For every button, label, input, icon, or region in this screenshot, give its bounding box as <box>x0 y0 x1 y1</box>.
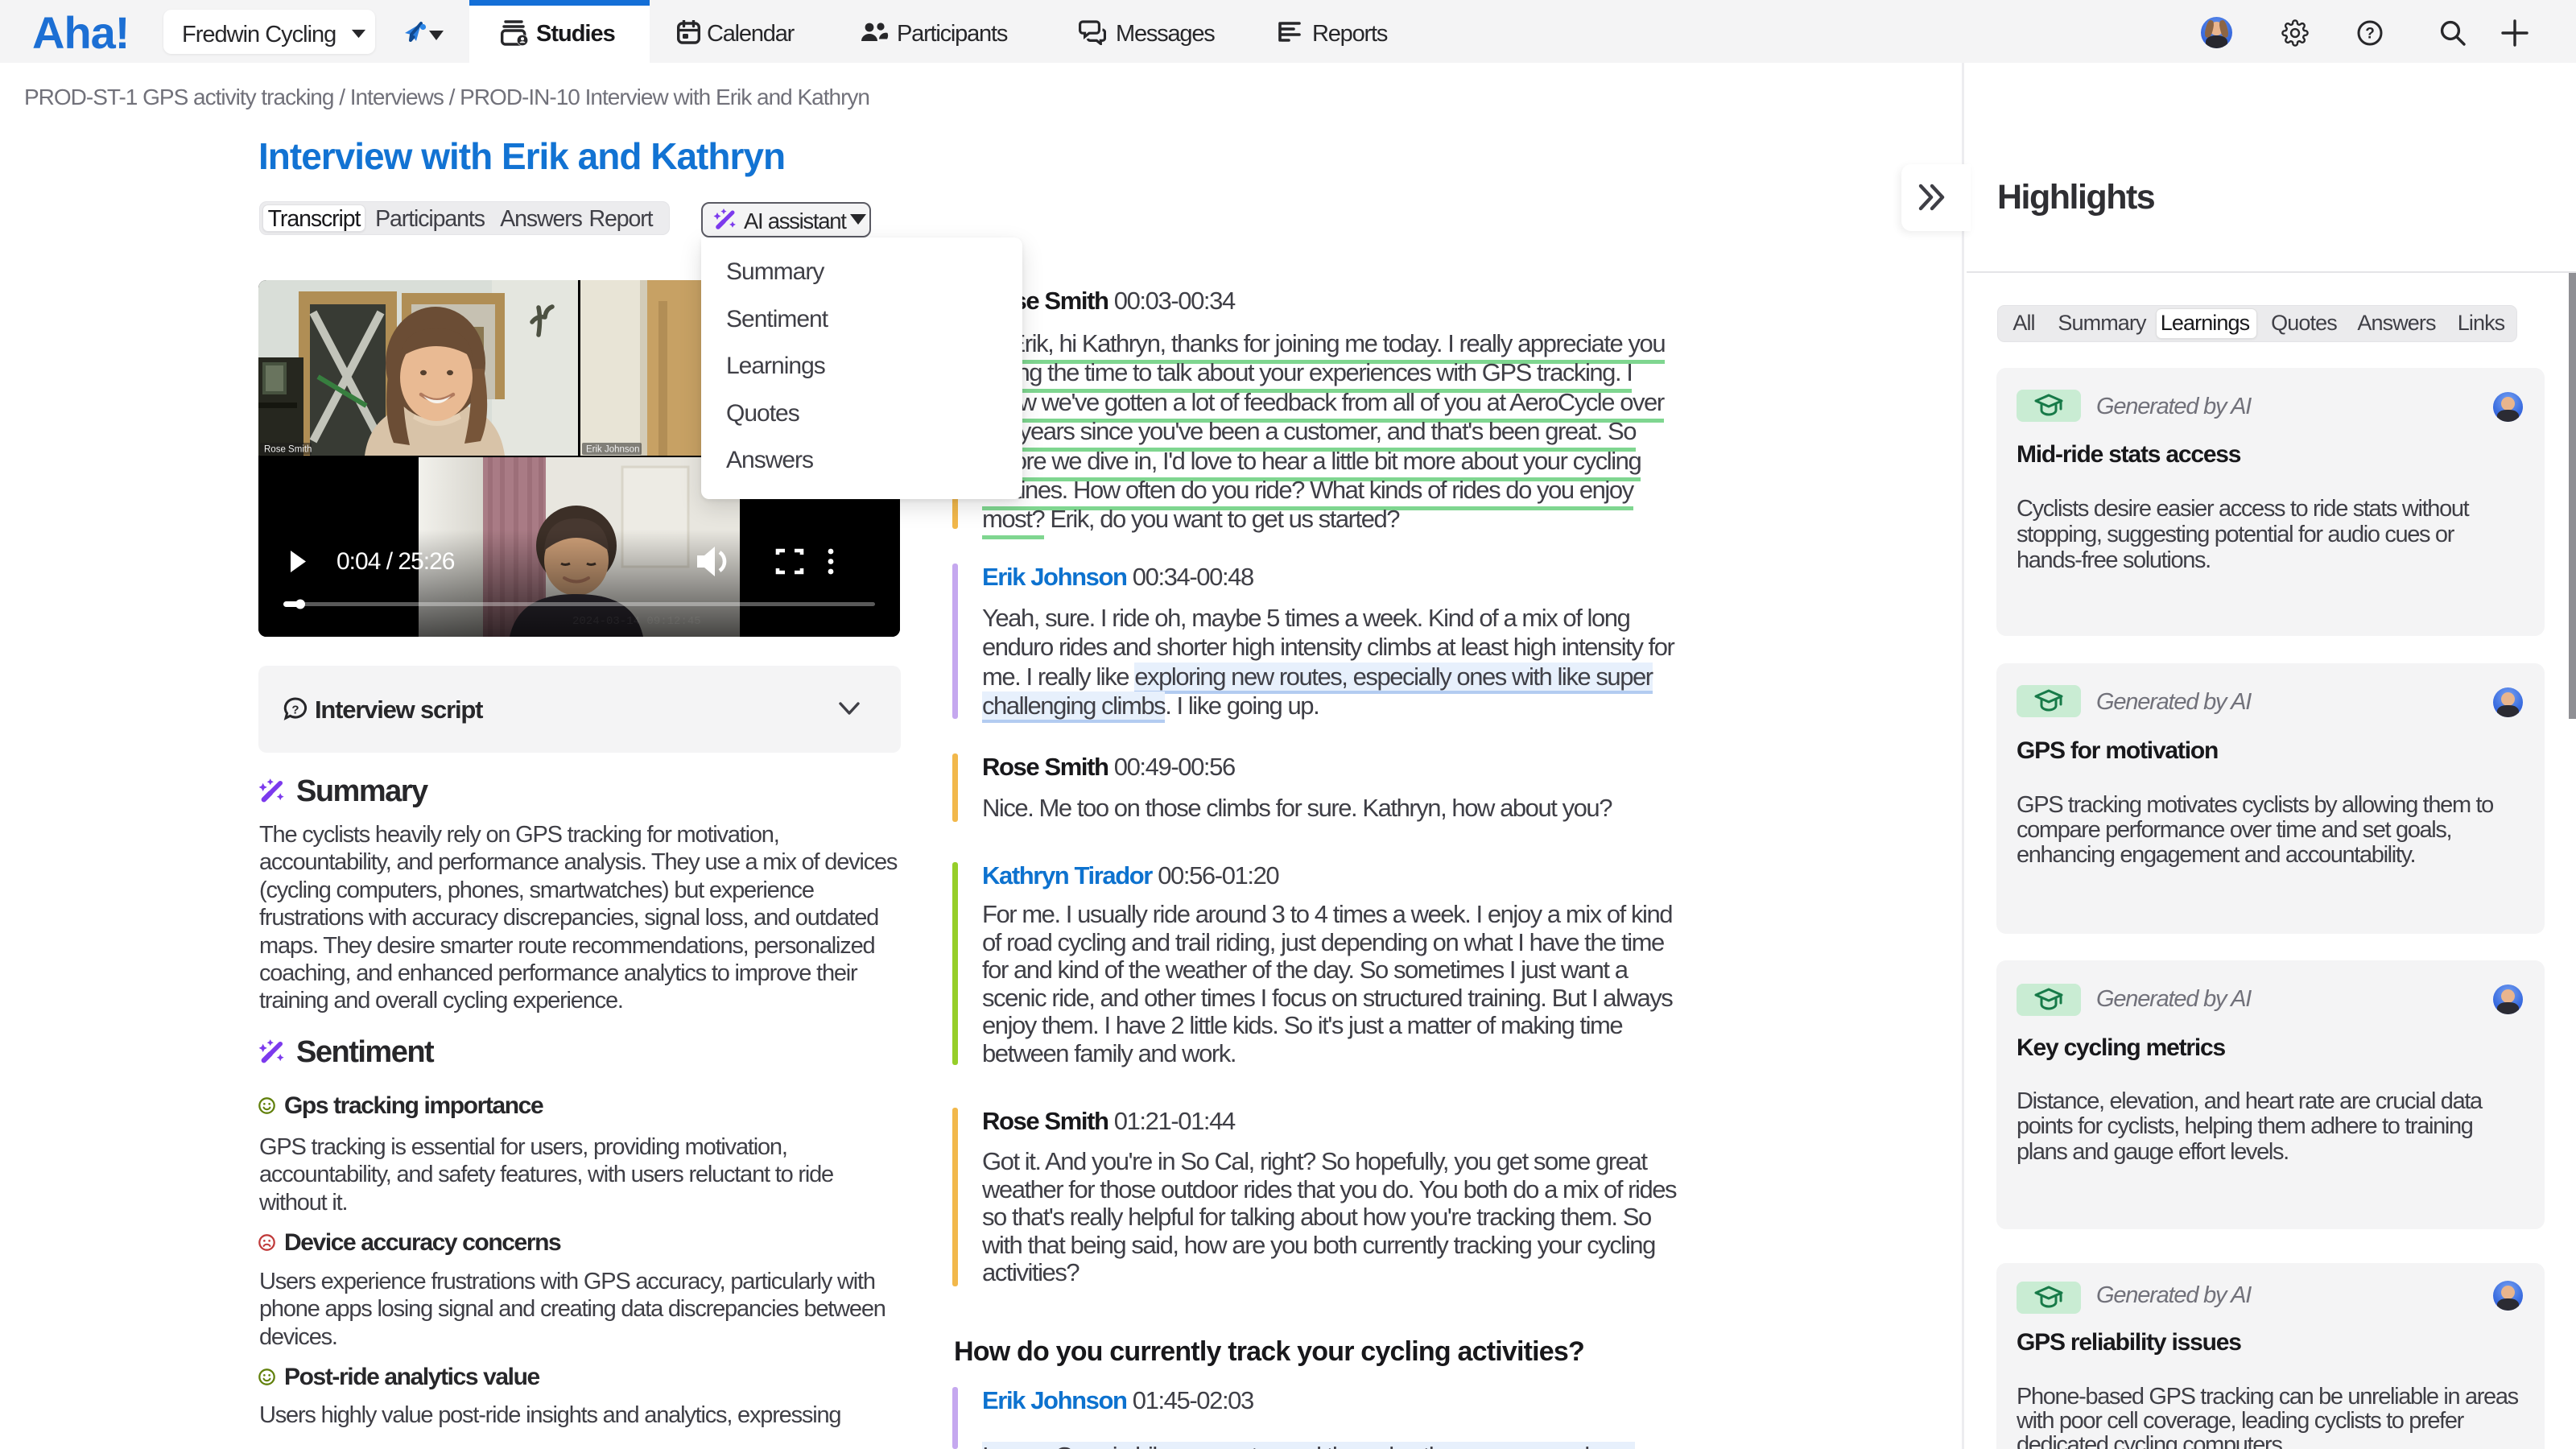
svg-text:Erik Johnson: Erik Johnson <box>586 445 639 455</box>
svg-text:?: ? <box>291 704 299 717</box>
svg-text:2024-03-14 09:12:45: 2024-03-14 09:12:45 <box>572 615 701 628</box>
svg-text:?: ? <box>2365 26 2375 43</box>
svg-text:0:04 / 25:26: 0:04 / 25:26 <box>336 548 455 575</box>
svg-text:Rose Smith: Rose Smith <box>264 445 312 455</box>
